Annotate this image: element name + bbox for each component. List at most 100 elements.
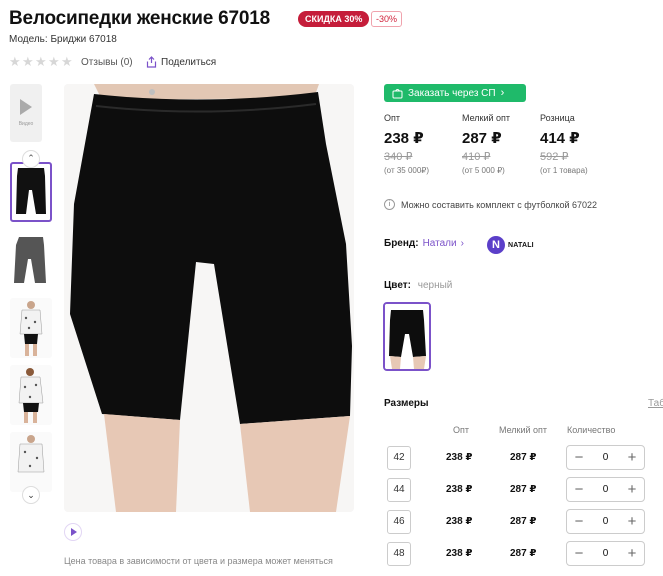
column-header-qty: Количество (567, 425, 616, 435)
price-block: Опт 238 ₽ 340 ₽ (от 35 000₽) Мелкий опт … (384, 113, 618, 175)
quantity-value[interactable]: 0 (603, 548, 609, 559)
price-old: 410 ₽ (462, 151, 491, 163)
discount-badge: -30% (371, 11, 403, 27)
size-price-opt: 238 ₽ (446, 452, 473, 463)
sale-badge: СКИДКА 30% (298, 11, 370, 27)
thumbnail-5[interactable] (10, 432, 52, 492)
share-button[interactable]: Поделиться (146, 56, 216, 68)
share-icon (146, 56, 157, 68)
brand-link[interactable]: Натали (423, 238, 457, 249)
size-label: 48 (387, 542, 411, 566)
thumbnail-3[interactable] (10, 298, 52, 358)
size-table-link[interactable]: Таб (648, 398, 663, 409)
reviews-link[interactable]: Отзывы (0) (81, 57, 133, 68)
play-icon (20, 99, 32, 115)
minus-icon[interactable]: − (573, 450, 585, 465)
price-condition: (от 1 товара) (540, 166, 588, 175)
size-row: 46 238 ₽ 287 ₽ − 0 + (384, 508, 663, 536)
price-retail: Розница 414 ₽ 592 ₽ (от 1 товара) (540, 113, 618, 175)
column-header-small: Мелкий опт (499, 425, 548, 435)
price-note: Цена товара в зависимости от цвета и раз… (64, 556, 333, 566)
size-price-small: 287 ₽ (510, 452, 537, 463)
quantity-value[interactable]: 0 (603, 484, 609, 495)
share-label: Поделиться (161, 56, 217, 68)
size-price-opt: 238 ₽ (446, 516, 473, 527)
price-old: 592 ₽ (540, 151, 569, 163)
price-condition: (от 5 000 ₽) (462, 166, 505, 175)
rating-stars: ★ ★ ★ ★ ★ (9, 54, 73, 69)
quantity-stepper: − 0 + (566, 477, 645, 502)
minus-icon[interactable]: − (573, 514, 585, 529)
chevron-down-icon[interactable]: ⌄ (22, 486, 40, 504)
size-price-opt: 238 ₽ (446, 548, 473, 559)
quantity-stepper: − 0 + (566, 541, 645, 566)
product-title: Велосипедки женские 67018 (9, 8, 270, 29)
price-label: Опт (384, 113, 400, 123)
star-icon: ★ (35, 54, 47, 69)
color-swatch-black[interactable] (383, 302, 431, 371)
color-label: Цвет: (384, 280, 411, 291)
plus-icon[interactable]: + (626, 514, 638, 529)
star-icon: ★ (48, 54, 60, 69)
minus-icon[interactable]: − (573, 546, 585, 561)
column-header-opt: Опт (453, 425, 469, 435)
brand-logo[interactable]: N NATALI (487, 236, 534, 254)
thumbnail-4[interactable] (10, 365, 52, 425)
play-video-button[interactable] (64, 523, 82, 541)
price-label: Мелкий опт (462, 113, 511, 123)
brand-logo-mark: N (487, 236, 505, 254)
size-label: 46 (387, 510, 411, 534)
order-via-sp-button[interactable]: Заказать через СП › (384, 84, 526, 102)
price-value: 287 ₽ (462, 130, 502, 147)
color-row: Цвет: черный (384, 280, 452, 291)
quantity-stepper: − 0 + (566, 509, 645, 534)
model-label: Модель: Бриджи 67018 (9, 34, 117, 45)
star-icon: ★ (22, 54, 34, 69)
price-value: 238 ₽ (384, 130, 424, 147)
star-icon: ★ (9, 54, 21, 69)
minus-icon[interactable]: − (573, 482, 585, 497)
price-value: 414 ₽ (540, 130, 580, 147)
chevron-right-icon: › (500, 87, 505, 99)
sizes-title: Размеры (384, 398, 429, 409)
thumbnail-1[interactable] (10, 162, 52, 222)
size-price-small: 287 ₽ (510, 548, 537, 559)
price-old: 340 ₽ (384, 151, 413, 163)
quantity-value[interactable]: 0 (603, 452, 609, 463)
plus-icon[interactable]: + (626, 546, 638, 561)
size-row: 48 238 ₽ 287 ₽ − 0 + (384, 540, 663, 568)
chevron-right-icon: › (460, 238, 464, 249)
brand-logo-text: NATALI (508, 241, 534, 249)
quantity-value[interactable]: 0 (603, 516, 609, 527)
brand-row: Бренд: Натали › (384, 238, 464, 249)
combo-note: i Можно составить комплект с футболкой 6… (384, 199, 597, 210)
video-label: Видео (18, 121, 34, 127)
color-value: черный (417, 280, 453, 291)
size-price-opt: 238 ₽ (446, 484, 473, 495)
price-wholesale: Опт 238 ₽ 340 ₽ (от 35 000₽) (384, 113, 462, 175)
size-label: 42 (387, 446, 411, 470)
size-label: 44 (387, 478, 411, 502)
video-thumbnail[interactable]: Видео (10, 84, 42, 142)
chevron-up-icon[interactable]: ⌃ (22, 150, 40, 168)
size-row: 44 238 ₽ 287 ₽ − 0 + (384, 476, 663, 504)
combo-note-text: Можно составить комплект с футболкой 670… (401, 199, 598, 210)
cart-icon (392, 88, 403, 98)
size-price-small: 287 ₽ (510, 516, 537, 527)
brand-label: Бренд: (384, 238, 419, 249)
info-icon: i (384, 199, 395, 210)
plus-icon[interactable]: + (626, 450, 638, 465)
play-icon (71, 528, 77, 536)
size-row: 42 238 ₽ 287 ₽ − 0 + (384, 444, 663, 472)
price-condition: (от 35 000₽) (384, 166, 430, 175)
quantity-stepper: − 0 + (566, 445, 645, 470)
star-icon: ★ (61, 54, 73, 69)
thumbnail-gallery: Видео ⌃ ⌄ (9, 84, 55, 504)
main-product-image[interactable] (64, 84, 354, 512)
plus-icon[interactable]: + (626, 482, 638, 497)
price-small-wholesale: Мелкий опт 287 ₽ 410 ₽ (от 5 000 ₽) (462, 113, 540, 175)
thumbnail-2[interactable] (10, 231, 52, 291)
order-button-label: Заказать через СП (408, 87, 496, 99)
size-price-small: 287 ₽ (510, 484, 537, 495)
price-label: Розница (540, 113, 575, 123)
